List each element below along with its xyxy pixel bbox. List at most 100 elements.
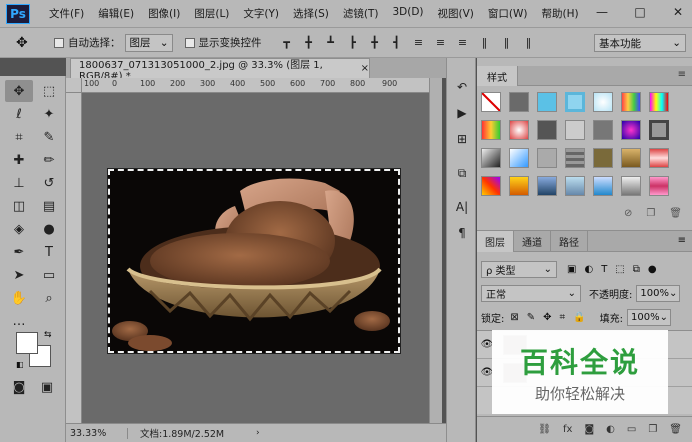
style-swatch[interactable] <box>565 148 585 168</box>
pen-tool-icon[interactable]: ✒ <box>5 241 33 263</box>
new-layer-icon[interactable]: ❐ <box>648 424 657 435</box>
canvas-image[interactable] <box>108 169 400 353</box>
tab-styles[interactable]: 样式 <box>477 66 518 86</box>
distribute-left-icon[interactable]: ‖ <box>478 36 492 50</box>
history-panel-icon[interactable]: ↶ <box>447 76 477 98</box>
menu-image[interactable]: 图像(I) <box>141 6 187 21</box>
style-swatch[interactable] <box>593 148 613 168</box>
style-swatch[interactable] <box>481 148 501 168</box>
filter-toggle-icon[interactable]: ● <box>648 264 657 275</box>
eraser-tool-icon[interactable]: ◫ <box>5 195 33 217</box>
menu-file[interactable]: 文件(F) <box>42 6 91 21</box>
style-swatch[interactable] <box>565 120 585 140</box>
style-swatch[interactable] <box>481 92 501 112</box>
path-selection-tool-icon[interactable]: ➤ <box>5 264 33 286</box>
marquee-tool-icon[interactable]: ⬚ <box>35 80 63 102</box>
smart-object-filter-icon[interactable]: ⧉ <box>633 264 640 275</box>
screen-mode-icon[interactable]: ▣ <box>36 378 58 396</box>
lock-all-icon[interactable]: 🔒 <box>573 312 585 323</box>
zoom-tool-icon[interactable]: ⌕ <box>35 287 63 309</box>
menu-view[interactable]: 视图(V) <box>431 6 481 21</box>
style-swatch[interactable] <box>481 176 501 196</box>
style-swatch[interactable] <box>621 176 641 196</box>
menu-help[interactable]: 帮助(H) <box>535 6 586 21</box>
style-swatch[interactable] <box>621 120 641 140</box>
menu-3d[interactable]: 3D(D) <box>385 6 430 21</box>
tab-paths[interactable]: 路径 <box>551 231 588 252</box>
delete-layer-icon[interactable]: 🗑 <box>669 424 682 435</box>
new-adjustment-icon[interactable]: ◐ <box>606 424 615 435</box>
panel-menu-icon[interactable]: ≡ <box>678 235 686 246</box>
style-swatch[interactable] <box>509 92 529 112</box>
distribute-vcenter-icon[interactable]: ≡ <box>434 36 448 50</box>
style-swatch[interactable] <box>649 176 669 196</box>
vertical-ruler[interactable] <box>66 93 82 423</box>
tab-channels[interactable]: 通道 <box>514 231 551 252</box>
layer-style-icon[interactable]: fx <box>563 424 572 435</box>
menu-select[interactable]: 选择(S) <box>286 6 336 21</box>
panel-menu-icon[interactable]: ≡ <box>678 69 686 80</box>
style-swatch[interactable] <box>565 176 585 196</box>
menu-layer[interactable]: 图层(L) <box>187 6 236 21</box>
style-swatch[interactable] <box>649 92 669 112</box>
healing-brush-tool-icon[interactable]: ✚ <box>5 149 33 171</box>
align-top-icon[interactable]: ┳ <box>280 36 294 50</box>
lock-transparent-icon[interactable]: ⊠ <box>510 312 518 323</box>
new-style-icon[interactable]: ❐ <box>646 208 655 219</box>
link-layers-icon[interactable]: ⛓ <box>538 424 551 435</box>
auto-select-checkbox[interactable] <box>54 37 64 48</box>
lasso-tool-icon[interactable]: ℓ <box>5 103 33 125</box>
style-swatch[interactable] <box>649 148 669 168</box>
tool-presets-icon[interactable]: ⊞ <box>447 128 477 150</box>
style-swatch[interactable] <box>621 148 641 168</box>
minimize-button[interactable]: — <box>592 4 612 20</box>
rectangle-tool-icon[interactable]: ▭ <box>35 264 63 286</box>
style-swatch[interactable] <box>537 120 557 140</box>
style-swatch[interactable] <box>509 176 529 196</box>
lock-paint-icon[interactable]: ✎ <box>527 312 535 323</box>
shape-filter-icon[interactable]: ⬚ <box>615 264 624 275</box>
style-swatch[interactable] <box>481 120 501 140</box>
add-mask-icon[interactable]: ◙ <box>584 424 594 435</box>
auto-select-dropdown[interactable]: 图层 ⌄ <box>124 33 173 52</box>
style-swatch[interactable] <box>593 120 613 140</box>
style-swatch[interactable] <box>621 92 641 112</box>
style-swatch[interactable] <box>509 148 529 168</box>
horizontal-ruler[interactable]: 100 0 100 200 300 400 500 600 700 800 90… <box>82 78 429 93</box>
align-right-icon[interactable]: ┫ <box>390 36 404 50</box>
document-tab[interactable]: 1800637_071313051000_2.jpg @ 33.3% (图层 1… <box>70 58 370 82</box>
delete-style-icon[interactable]: 🗑 <box>669 208 682 219</box>
align-left-icon[interactable]: ┣ <box>346 36 360 50</box>
distribute-top-icon[interactable]: ≡ <box>412 36 426 50</box>
clear-style-icon[interactable]: ⊘ <box>624 208 632 219</box>
style-swatch[interactable] <box>649 120 669 140</box>
tab-layers[interactable]: 图层 <box>477 231 514 252</box>
style-swatch[interactable] <box>593 176 613 196</box>
lock-artboard-icon[interactable]: ⌗ <box>560 312 566 323</box>
type-tool-icon[interactable]: T <box>35 241 63 263</box>
status-menu-arrow[interactable]: › <box>256 428 260 438</box>
move-tool-icon[interactable]: ✥ <box>5 80 33 102</box>
distribute-hcenter-icon[interactable]: ‖ <box>500 36 514 50</box>
new-group-icon[interactable]: ▭ <box>627 424 636 435</box>
opacity-input[interactable]: 100% ⌄ <box>636 284 681 302</box>
fill-input[interactable]: 100% ⌄ <box>627 308 672 326</box>
swap-colors-icon[interactable]: ⇆ <box>44 330 52 340</box>
hand-tool-icon[interactable]: ✋ <box>5 287 33 309</box>
lock-position-icon[interactable]: ✥ <box>543 312 551 323</box>
actions-panel-icon[interactable]: ▶ <box>447 102 477 124</box>
show-transform-checkbox[interactable] <box>184 37 195 48</box>
align-bottom-icon[interactable]: ┻ <box>324 36 338 50</box>
paragraph-panel-icon[interactable]: ¶ <box>447 222 477 244</box>
dodge-tool-icon[interactable]: ● <box>35 218 63 240</box>
menu-window[interactable]: 窗口(W) <box>481 6 535 21</box>
gradient-tool-icon[interactable]: ▤ <box>35 195 63 217</box>
align-vcenter-icon[interactable]: ╋ <box>302 36 316 50</box>
style-swatch[interactable] <box>509 120 529 140</box>
menu-edit[interactable]: 编辑(E) <box>91 6 141 21</box>
pixel-filter-icon[interactable]: ▣ <box>567 264 576 275</box>
distribute-right-icon[interactable]: ‖ <box>522 36 536 50</box>
clone-stamp-tool-icon[interactable]: ⊥ <box>5 172 33 194</box>
layer-filter-dropdown[interactable]: ρ 类型 ⌄ <box>481 260 557 278</box>
foreground-color-swatch[interactable] <box>16 332 38 354</box>
